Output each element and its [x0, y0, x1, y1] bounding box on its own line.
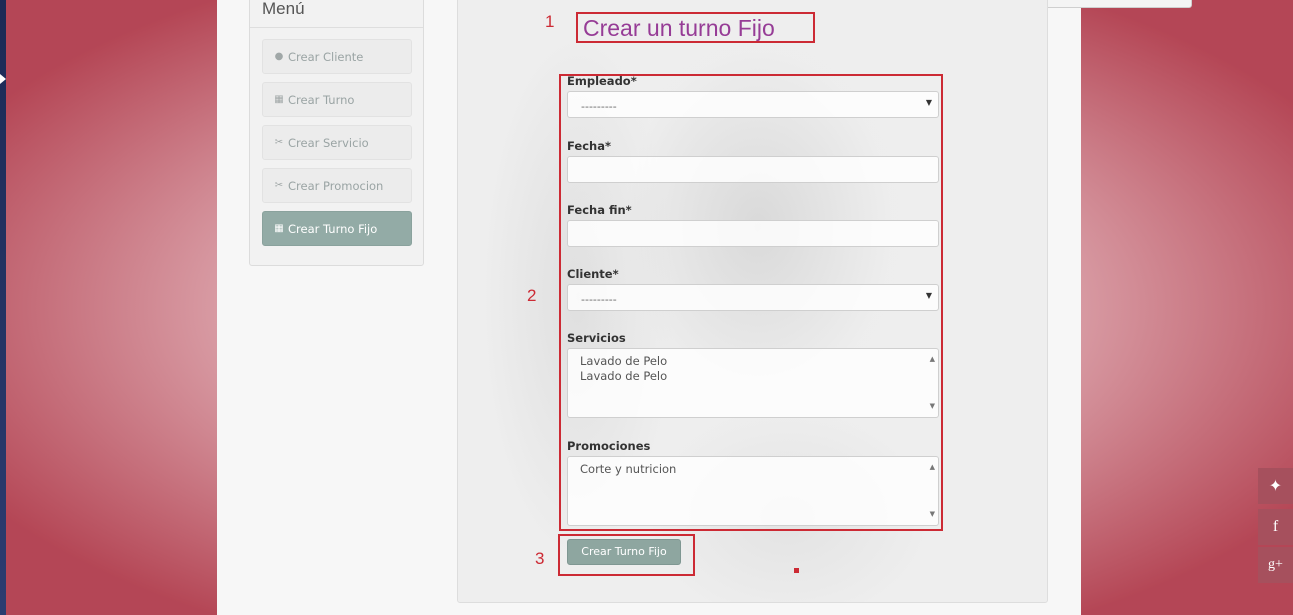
crear-turno-fijo-button[interactable]: Crear Turno Fijo: [567, 539, 681, 565]
page-title: Crear un turno Fijo: [583, 15, 775, 41]
cliente-label: Cliente*: [567, 267, 619, 281]
servicios-option[interactable]: Lavado de Pelo: [580, 354, 926, 369]
scroll-down-icon[interactable]: ▼: [930, 399, 935, 414]
empleado-label: Empleado*: [567, 74, 637, 88]
menu-item-crear-promocion[interactable]: ✂ Crear Promocion: [262, 168, 412, 203]
menu-item-label: Crear Servicio: [288, 135, 369, 150]
collapse-arrow-icon[interactable]: [0, 74, 6, 84]
servicios-multiselect[interactable]: Lavado de Pelo Lavado de Pelo ▲ ▼: [567, 348, 939, 418]
promociones-multiselect[interactable]: Corte y nutricion ▲ ▼: [567, 456, 939, 526]
annotation-number-1: 1: [545, 12, 555, 31]
annotation-dot: [794, 568, 799, 573]
user-icon: ●: [274, 51, 284, 62]
cliente-select[interactable]: --------- ▼: [567, 284, 939, 311]
scroll-down-icon[interactable]: ▼: [930, 507, 935, 522]
menu-item-crear-cliente[interactable]: ● Crear Cliente: [262, 39, 412, 74]
fecha-fin-input[interactable]: [567, 220, 939, 247]
servicios-option[interactable]: Lavado de Pelo: [580, 369, 926, 384]
chevron-down-icon: ▼: [925, 98, 932, 107]
cliente-select-value: ---------: [581, 293, 617, 306]
twitter-icon[interactable]: ✦: [1258, 468, 1293, 504]
scissors-icon: ✂: [274, 137, 284, 148]
promociones-option[interactable]: Corte y nutricion: [580, 462, 926, 477]
fecha-fin-label: Fecha fin*: [567, 203, 632, 217]
menu-item-label: Crear Turno Fijo: [288, 221, 378, 236]
menu-item-crear-turno-fijo[interactable]: ▦ Crear Turno Fijo: [262, 211, 412, 246]
menu-item-crear-turno[interactable]: ▦ Crear Turno: [262, 82, 412, 117]
scissors-icon: ✂: [274, 180, 284, 191]
menu-item-label: Crear Promocion: [288, 178, 384, 193]
servicios-label: Servicios: [567, 331, 626, 345]
fecha-label: Fecha*: [567, 139, 611, 153]
menu-divider: [250, 27, 423, 28]
annotation-number-3: 3: [535, 549, 545, 568]
scroll-up-icon[interactable]: ▲: [930, 352, 935, 367]
promociones-label: Promociones: [567, 439, 651, 453]
google-plus-icon[interactable]: g+: [1258, 547, 1293, 583]
empleado-select-value: ---------: [581, 100, 617, 113]
menu-title: Menú: [262, 0, 305, 18]
chevron-down-icon: ▼: [925, 291, 932, 300]
menu-item-label: Crear Cliente: [288, 49, 364, 64]
empleado-select[interactable]: --------- ▼: [567, 91, 939, 118]
calendar-icon: ▦: [274, 223, 284, 234]
fecha-input[interactable]: [567, 156, 939, 183]
calendar-icon: ▦: [274, 94, 284, 105]
scroll-up-icon[interactable]: ▲: [930, 460, 935, 475]
facebook-icon[interactable]: f: [1258, 509, 1293, 545]
left-window-edge: [0, 0, 6, 615]
annotation-number-2: 2: [527, 286, 537, 305]
menu-item-crear-servicio[interactable]: ✂ Crear Servicio: [262, 125, 412, 160]
menu-item-label: Crear Turno: [288, 92, 355, 107]
